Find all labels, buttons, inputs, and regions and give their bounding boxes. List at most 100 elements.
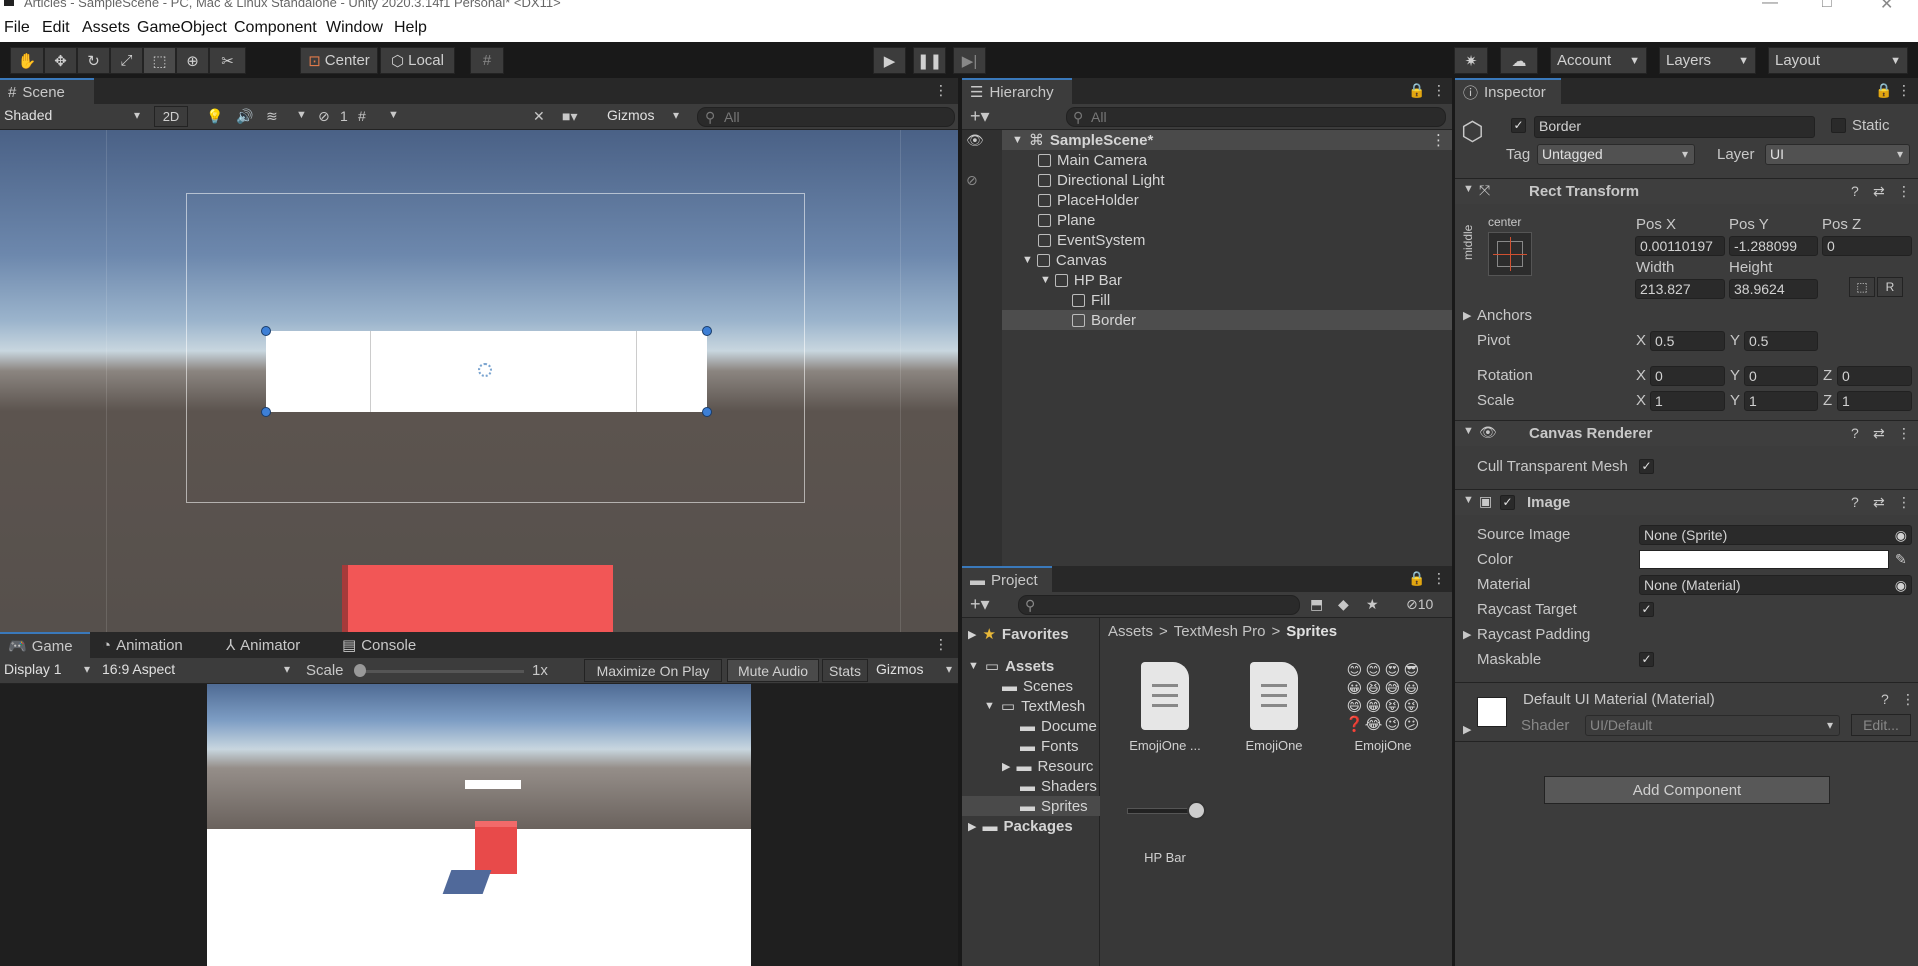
more-options-icon[interactable]: ⋮ [934,636,948,653]
help-icon[interactable]: ? [1881,691,1889,707]
lock-icon[interactable]: 🔒 [1408,570,1425,587]
scale-slider-handle[interactable] [354,664,366,677]
hierarchy-item-hp-bar[interactable]: ▼ HP Bar [1040,270,1440,290]
pivot-center-button[interactable]: ⊡ Center [300,47,378,74]
height-input[interactable]: 38.9624 [1729,279,1818,299]
menu-component[interactable]: Component [234,19,317,37]
gizmos-dropdown[interactable]: Gizmos [603,106,685,127]
rect-tool-icon[interactable]: ⬚ [143,47,176,74]
pickable-icon[interactable]: ⊘ [966,172,978,189]
transform-tool-icon[interactable]: ⊕ [176,47,209,74]
material-field[interactable]: None (Material) ◉ [1639,575,1912,595]
rot-z-input[interactable]: 0 [1837,366,1912,386]
rot-y-input[interactable]: 0 [1744,366,1818,386]
object-picker-icon[interactable]: ◉ [1895,576,1907,594]
folder-item-documentation[interactable]: ▬ Docume [1020,716,1100,736]
foldout-icon[interactable]: ▼ [1463,494,1474,506]
posx-input[interactable]: 0.00110197 [1635,236,1725,256]
posy-input[interactable]: -1.288099 [1729,236,1818,256]
visibility-icon[interactable]: 👁 [966,132,984,149]
hand-tool-icon[interactable]: ✋ [10,47,44,74]
project-search-input[interactable]: ⚲ [1018,595,1300,615]
rect-handle[interactable] [261,326,271,336]
scale-y-input[interactable]: 1 [1744,391,1818,411]
grid-snap-icon[interactable]: # [470,47,504,74]
hierarchy-item-directional-light[interactable]: Directional Light [1038,170,1438,190]
grid-icon[interactable]: # [358,108,366,124]
play-button[interactable]: ▶ [873,47,906,74]
menu-edit[interactable]: Edit [42,19,70,37]
filter-label-icon[interactable]: ◆ [1338,596,1349,613]
menu-assets[interactable]: Assets [82,19,130,37]
add-icon[interactable]: +▾ [970,594,990,615]
foldout-icon[interactable]: ▼ [1463,183,1474,195]
hierarchy-item-canvas[interactable]: ▼ Canvas [1022,250,1422,270]
tab-hierarchy[interactable]: ☰ Hierarchy [962,78,1072,104]
favorite-icon[interactable]: ★ [1366,596,1379,613]
more-options-icon[interactable]: ⋮ [1897,82,1911,99]
stats-toggle[interactable]: Stats [822,659,868,682]
menu-help[interactable]: Help [394,19,427,37]
rect-handle[interactable] [702,407,712,417]
aspect-dropdown[interactable]: 16:9 Aspect [98,660,296,681]
expand-arrow-icon[interactable]: ▶ [968,628,976,641]
width-input[interactable]: 213.827 [1635,279,1725,299]
tab-game[interactable]: 🎮 Game [0,632,90,658]
source-image-field[interactable]: None (Sprite) ◉ [1639,525,1912,545]
tools-icon[interactable]: ✕ [533,108,545,125]
scale-z-input[interactable]: 1 [1837,391,1912,411]
collab-icon[interactable]: ✷ [1454,47,1488,74]
asset-emojione-sprite[interactable]: 😊 😊 😍 😎 😀 😆 😅 😃 😄 😁 😝 😜 ❓ 😂 😉 😕 EmojiOne [1338,662,1428,753]
tab-animation[interactable]: ◔ Animation [94,632,191,658]
hidden-packages-icon[interactable]: ⊘10 [1406,596,1433,613]
hidden-objects-icon[interactable]: ⊘ [318,108,330,125]
hierarchy-item-eventsystem[interactable]: EventSystem [1038,230,1438,250]
scene-search-input[interactable]: ⚲ All [697,107,955,127]
scene-viewport[interactable] [0,130,958,632]
folder-item-sprites-selected[interactable]: ▬ Sprites [962,796,1100,816]
pause-button[interactable]: ❚❚ [913,47,946,74]
effects-dropdown-icon[interactable]: ▼ [296,109,307,121]
expand-arrow-icon[interactable]: ▼ [1040,274,1051,286]
foldout-icon[interactable]: ▶ [1463,309,1471,322]
scale-slider[interactable] [360,670,524,673]
pivot-x-input[interactable]: 0.5 [1650,331,1725,351]
minimize-icon[interactable]: — [1762,0,1778,12]
active-checkbox[interactable]: ✓ [1511,118,1526,133]
game-view[interactable] [207,684,751,966]
folder-item-textmesh[interactable]: ▼ ▭ TextMesh [984,696,1100,716]
game-gizmos-dropdown[interactable]: Gizmos [872,660,958,681]
step-button[interactable]: ▶| [953,47,986,74]
image-header[interactable]: ▼ ▣ ✓ Image ? ⇄ ⋮ [1455,489,1918,515]
mute-audio-toggle[interactable]: Mute Audio [727,659,819,682]
lock-icon[interactable]: 🔒 [1408,82,1425,99]
filter-type-icon[interactable]: ⬒ [1310,596,1323,613]
foldout-icon[interactable]: ▶ [1463,628,1471,641]
more-options-icon[interactable]: ⋮ [1432,570,1446,587]
tab-scene[interactable]: # Scene [0,78,94,104]
packages-item[interactable]: ▶ ▬ Packages [968,816,1098,836]
rot-x-input[interactable]: 0 [1650,366,1725,386]
account-dropdown[interactable]: Account ▼ [1550,47,1647,74]
move-tool-icon[interactable]: ✥ [44,47,77,74]
foldout-icon[interactable]: ▼ [1463,425,1474,437]
breadcrumb-sprites[interactable]: Sprites [1286,623,1337,640]
effects-icon[interactable]: ≋ [266,108,278,125]
static-checkbox[interactable] [1831,118,1846,133]
menu-gameobject[interactable]: GameObject [137,19,227,37]
preset-icon[interactable]: ⇄ [1873,425,1885,442]
hierarchy-search-input[interactable]: ⚲ All [1066,107,1446,127]
blueprint-mode-button[interactable]: ⬚ [1849,277,1875,297]
eyedropper-icon[interactable]: ✎ [1895,551,1907,568]
rotate-tool-icon[interactable]: ↻ [77,47,110,74]
red-cube[interactable] [342,565,613,632]
folder-item-resources[interactable]: ▶ ▬ Resourc [1002,756,1100,776]
display-dropdown[interactable]: Display 1 [0,660,96,681]
camera-icon[interactable]: ■▾ [562,108,577,125]
layers-dropdown[interactable]: Layers ▼ [1659,47,1756,74]
tab-console[interactable]: ▤ Console [334,632,424,658]
edit-shader-button[interactable]: Edit... [1851,714,1911,736]
assets-item[interactable]: ▼ ▭ Assets [968,656,1098,676]
more-options-icon[interactable]: ⋮ [1897,425,1911,442]
pivot-y-input[interactable]: 0.5 [1744,331,1818,351]
